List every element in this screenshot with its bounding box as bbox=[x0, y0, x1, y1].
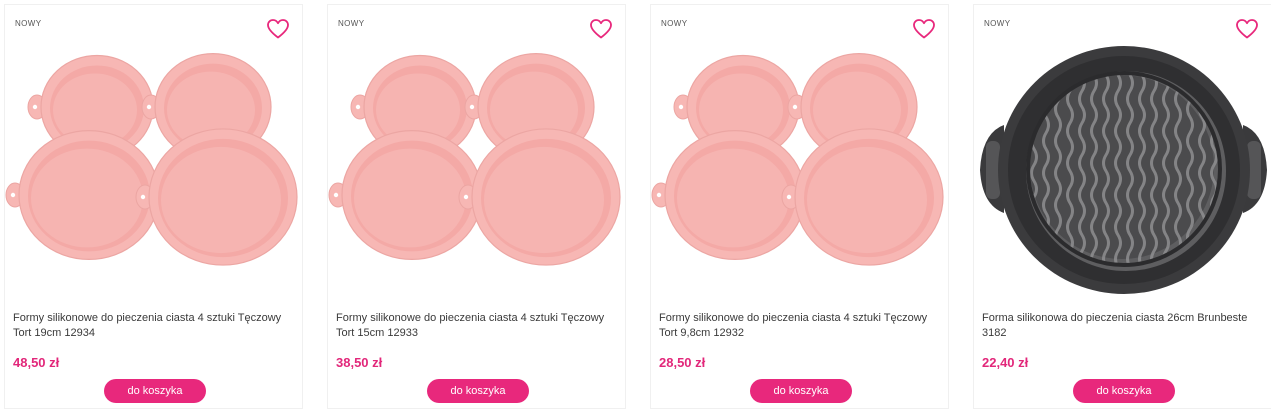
product-image[interactable] bbox=[974, 45, 1271, 295]
add-to-cart-button[interactable]: do koszyka bbox=[1073, 379, 1175, 403]
product-image[interactable] bbox=[5, 45, 304, 295]
add-to-cart-button[interactable]: do koszyka bbox=[427, 379, 529, 403]
product-card[interactable]: NOWY Formy silikonowe do pieczenia ciast… bbox=[327, 4, 626, 409]
new-badge: NOWY bbox=[661, 19, 688, 28]
product-grid: NOWY Formy silikonowe do pieczenia ciast… bbox=[0, 0, 1271, 411]
product-card[interactable]: NOWY Formy silikonowe do pieczenia ciast… bbox=[4, 4, 303, 409]
pink-mold-set-illustration bbox=[651, 53, 944, 266]
heart-outline-icon[interactable] bbox=[1235, 17, 1259, 41]
product-title[interactable]: Forma silikonowa do pieczenia ciasta 26c… bbox=[982, 311, 1258, 341]
product-card[interactable]: NOWY Formy silikonowe do pieczenia ciast… bbox=[650, 4, 949, 409]
product-image[interactable] bbox=[651, 45, 950, 295]
new-badge: NOWY bbox=[338, 19, 365, 28]
new-badge: NOWY bbox=[984, 19, 1011, 28]
product-card[interactable]: NOWY Forma silikonowa do pieczenia ciast… bbox=[973, 4, 1271, 409]
product-price: 22,40 zł bbox=[982, 355, 1029, 370]
add-to-cart-button[interactable]: do koszyka bbox=[750, 379, 852, 403]
product-price: 28,50 zł bbox=[659, 355, 706, 370]
add-to-cart-button[interactable]: do koszyka bbox=[104, 379, 206, 403]
heart-outline-icon[interactable] bbox=[912, 17, 936, 41]
product-title[interactable]: Formy silikonowe do pieczenia ciasta 4 s… bbox=[336, 311, 612, 341]
product-title[interactable]: Formy silikonowe do pieczenia ciasta 4 s… bbox=[659, 311, 935, 341]
pink-mold-set-illustration bbox=[328, 53, 621, 266]
new-badge: NOWY bbox=[15, 19, 42, 28]
pink-mold-set-illustration bbox=[5, 53, 298, 266]
product-title[interactable]: Formy silikonowe do pieczenia ciasta 4 s… bbox=[13, 311, 289, 341]
gray-wave-mold-illustration bbox=[980, 46, 1267, 294]
product-image[interactable] bbox=[328, 45, 627, 295]
heart-outline-icon[interactable] bbox=[589, 17, 613, 41]
product-price: 48,50 zł bbox=[13, 355, 60, 370]
product-price: 38,50 zł bbox=[336, 355, 383, 370]
heart-outline-icon[interactable] bbox=[266, 17, 290, 41]
